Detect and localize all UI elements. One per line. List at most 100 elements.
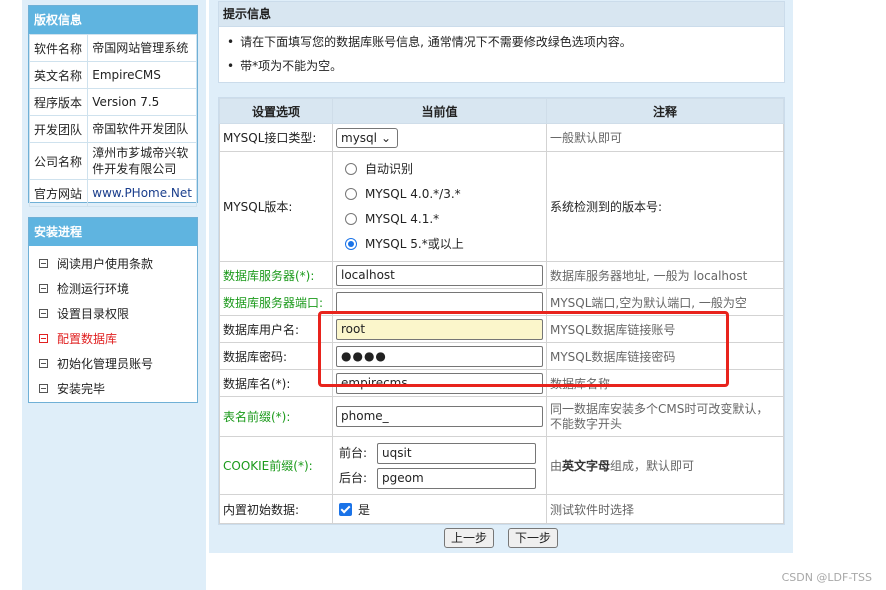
mysql-version-cell: 自动识别 MYSQL 4.0.*/3.* MYSQL 4.1.* MYSQL 5… bbox=[332, 151, 547, 262]
radio-icon[interactable] bbox=[345, 187, 357, 200]
row-db-server: 数据库服务器(*): localhost 数据库服务器地址, 一般为 local… bbox=[219, 261, 784, 289]
step-label: 初始化管理员账号 bbox=[57, 357, 154, 371]
copyright-key: 官方网站 bbox=[28, 179, 89, 207]
builtin-data-note: 测试软件时选择 bbox=[546, 494, 784, 524]
cookie-front-label: 前台: bbox=[339, 445, 368, 460]
row-table-prefix: 表名前缀(*): phome_ 同一数据库安装多个CMS时可改变默认，不能数字开… bbox=[219, 396, 784, 437]
progress-panel-title: 安装进程 bbox=[29, 218, 197, 246]
db-name-cell: empirecms bbox=[332, 369, 547, 397]
db-port-label: 数据库服务器端口: bbox=[219, 288, 333, 316]
mysql-type-note: 一般默认即可 bbox=[546, 123, 784, 152]
progress-panel: 安装进程 阅读用户使用条款 检测运行环境 设置目录权限 配置数据库 初始化管理员… bbox=[28, 217, 198, 403]
db-server-label: 数据库服务器(*): bbox=[219, 261, 333, 289]
cookie-back-input[interactable]: pgeom bbox=[377, 467, 537, 489]
db-user-label: 数据库用户名: bbox=[219, 315, 333, 343]
mysql-type-select[interactable]: mysql ⌄ bbox=[336, 127, 398, 148]
cookie-prefix-note: 由英文字母组成，默认即可 bbox=[546, 436, 784, 495]
row-cookie-prefix: COOKIE前缀(*): 前台: uqsit 后台: pgeom 由英文字母组成，默… bbox=[219, 436, 784, 495]
mysql-type-label: MYSQL接口类型: bbox=[219, 123, 333, 152]
header-note: 注释 bbox=[546, 98, 784, 124]
mysql-version-option[interactable]: 自动识别 bbox=[336, 157, 543, 182]
db-server-note: 数据库服务器地址, 一般为 localhost bbox=[546, 261, 784, 289]
tips-title: 提示信息 bbox=[219, 2, 784, 27]
minus-box-icon bbox=[39, 384, 48, 393]
copyright-row: 开发团队 帝国软件开发团队 bbox=[28, 115, 197, 143]
radio-label: MYSQL 4.1.* bbox=[365, 211, 440, 226]
step-label: 检测运行环境 bbox=[57, 282, 130, 296]
db-pass-input[interactable]: ●●●● bbox=[336, 345, 543, 367]
builtin-data-label: 内置初始数据: bbox=[219, 494, 333, 524]
copyright-value: 帝国网站管理系统 bbox=[87, 34, 197, 62]
radio-checked-icon[interactable] bbox=[345, 237, 357, 250]
tip-item: 请在下面填写您的数据库账号信息, 通常情况下不需要修改绿色选项内容。 bbox=[227, 30, 784, 54]
step-item: 安装完毕 bbox=[29, 377, 197, 402]
radio-icon[interactable] bbox=[345, 212, 357, 225]
watermark: CSDN @LDF-TSS bbox=[781, 571, 872, 584]
step-label: 阅读用户使用条款 bbox=[57, 257, 154, 271]
header-option: 设置选项 bbox=[219, 98, 333, 124]
copyright-row: 软件名称 帝国网站管理系统 bbox=[28, 34, 197, 62]
cookie-prefix-label: COOKIE前缀(*): bbox=[219, 436, 333, 495]
step-label: 安装完毕 bbox=[57, 382, 106, 396]
copyright-value: 漳州市芗城帝兴软件开发有限公司 bbox=[87, 142, 197, 180]
cookie-prefix-cell: 前台: uqsit 后台: pgeom bbox=[332, 436, 547, 495]
tips-panel: 提示信息 请在下面填写您的数据库账号信息, 通常情况下不需要修改绿色选项内容。 … bbox=[218, 1, 785, 83]
step-label: 设置目录权限 bbox=[57, 307, 130, 321]
copyright-row: 英文名称 EmpireCMS bbox=[28, 61, 197, 89]
mysql-version-option[interactable]: MYSQL 4.1.* bbox=[336, 207, 543, 232]
builtin-data-cell: 是 bbox=[332, 494, 547, 524]
step-item: 初始化管理员账号 bbox=[29, 352, 197, 377]
header-value: 当前值 bbox=[332, 98, 547, 124]
db-port-cell bbox=[332, 288, 547, 316]
minus-box-icon bbox=[39, 359, 48, 368]
row-db-user: 数据库用户名: root MYSQL数据库链接账号 bbox=[219, 315, 784, 343]
radio-icon[interactable] bbox=[345, 162, 357, 175]
step-item-active: 配置数据库 bbox=[29, 327, 197, 352]
minus-box-icon bbox=[39, 309, 48, 318]
official-site-link[interactable]: www.PHome.Net bbox=[87, 179, 197, 207]
chevron-down-icon: ⌄ bbox=[380, 130, 391, 145]
mysql-type-value: mysql bbox=[341, 130, 377, 145]
row-db-pass: 数据库密码: ●●●● MYSQL数据库链接密码 bbox=[219, 342, 784, 370]
tips-list: 请在下面填写您的数据库账号信息, 通常情况下不需要修改绿色选项内容。 带*项为不… bbox=[219, 27, 784, 78]
prev-button[interactable]: 上一步 bbox=[444, 528, 494, 548]
config-panel: 设置选项 当前值 注释 MYSQL接口类型: mysql ⌄ 一般默认即可 MYS… bbox=[218, 97, 785, 525]
checkbox-checked-icon[interactable] bbox=[339, 502, 352, 516]
minus-box-icon bbox=[39, 334, 48, 343]
mysql-version-option-selected[interactable]: MYSQL 5.*或以上 bbox=[336, 232, 543, 257]
step-item: 检测运行环境 bbox=[29, 277, 197, 302]
db-user-cell: root bbox=[332, 315, 547, 343]
mysql-version-option[interactable]: MYSQL 4.0.*/3.* bbox=[336, 182, 543, 207]
cookie-back-label: 后台: bbox=[339, 470, 368, 485]
db-name-label: 数据库名(*): bbox=[219, 369, 333, 397]
minus-box-icon bbox=[39, 259, 48, 268]
config-table: 设置选项 当前值 注释 MYSQL接口类型: mysql ⌄ 一般默认即可 MYS… bbox=[219, 98, 784, 524]
copyright-value: EmpireCMS bbox=[87, 61, 197, 89]
db-server-cell: localhost bbox=[332, 261, 547, 289]
db-port-input[interactable] bbox=[336, 291, 543, 313]
table-prefix-input[interactable]: phome_ bbox=[336, 406, 543, 427]
config-header-row: 设置选项 当前值 注释 bbox=[219, 98, 784, 124]
row-db-name: 数据库名(*): empirecms 数据库名称 bbox=[219, 369, 784, 397]
mysql-version-note: 系统检测到的版本号: bbox=[546, 151, 784, 262]
builtin-data-value: 是 bbox=[358, 502, 371, 517]
table-prefix-label: 表名前缀(*): bbox=[219, 396, 333, 437]
step-label: 配置数据库 bbox=[57, 332, 118, 346]
db-name-input[interactable]: empirecms bbox=[336, 372, 543, 394]
row-mysql-version: MYSQL版本: 自动识别 MYSQL 4.0.*/3.* MYSQL 4.1.… bbox=[219, 151, 784, 262]
cookie-front-input[interactable]: uqsit bbox=[377, 442, 537, 464]
db-server-input[interactable]: localhost bbox=[336, 264, 543, 286]
db-pass-note: MYSQL数据库链接密码 bbox=[546, 342, 784, 370]
db-pass-label: 数据库密码: bbox=[219, 342, 333, 370]
cookie-note-post: 组成，默认即可 bbox=[610, 459, 695, 473]
cookie-back-row: 后台: pgeom bbox=[336, 466, 543, 491]
step-item: 设置目录权限 bbox=[29, 302, 197, 327]
radio-label: MYSQL 4.0.*/3.* bbox=[365, 186, 461, 201]
cookie-note-pre: 由 bbox=[550, 459, 563, 473]
db-user-input[interactable]: root bbox=[336, 318, 543, 340]
copyright-key: 英文名称 bbox=[28, 61, 89, 89]
copyright-key: 公司名称 bbox=[28, 142, 89, 180]
copyright-row: 官方网站 www.PHome.Net bbox=[28, 179, 197, 207]
next-button[interactable]: 下一步 bbox=[508, 528, 558, 548]
row-builtin-data: 内置初始数据: 是 测试软件时选择 bbox=[219, 494, 784, 524]
